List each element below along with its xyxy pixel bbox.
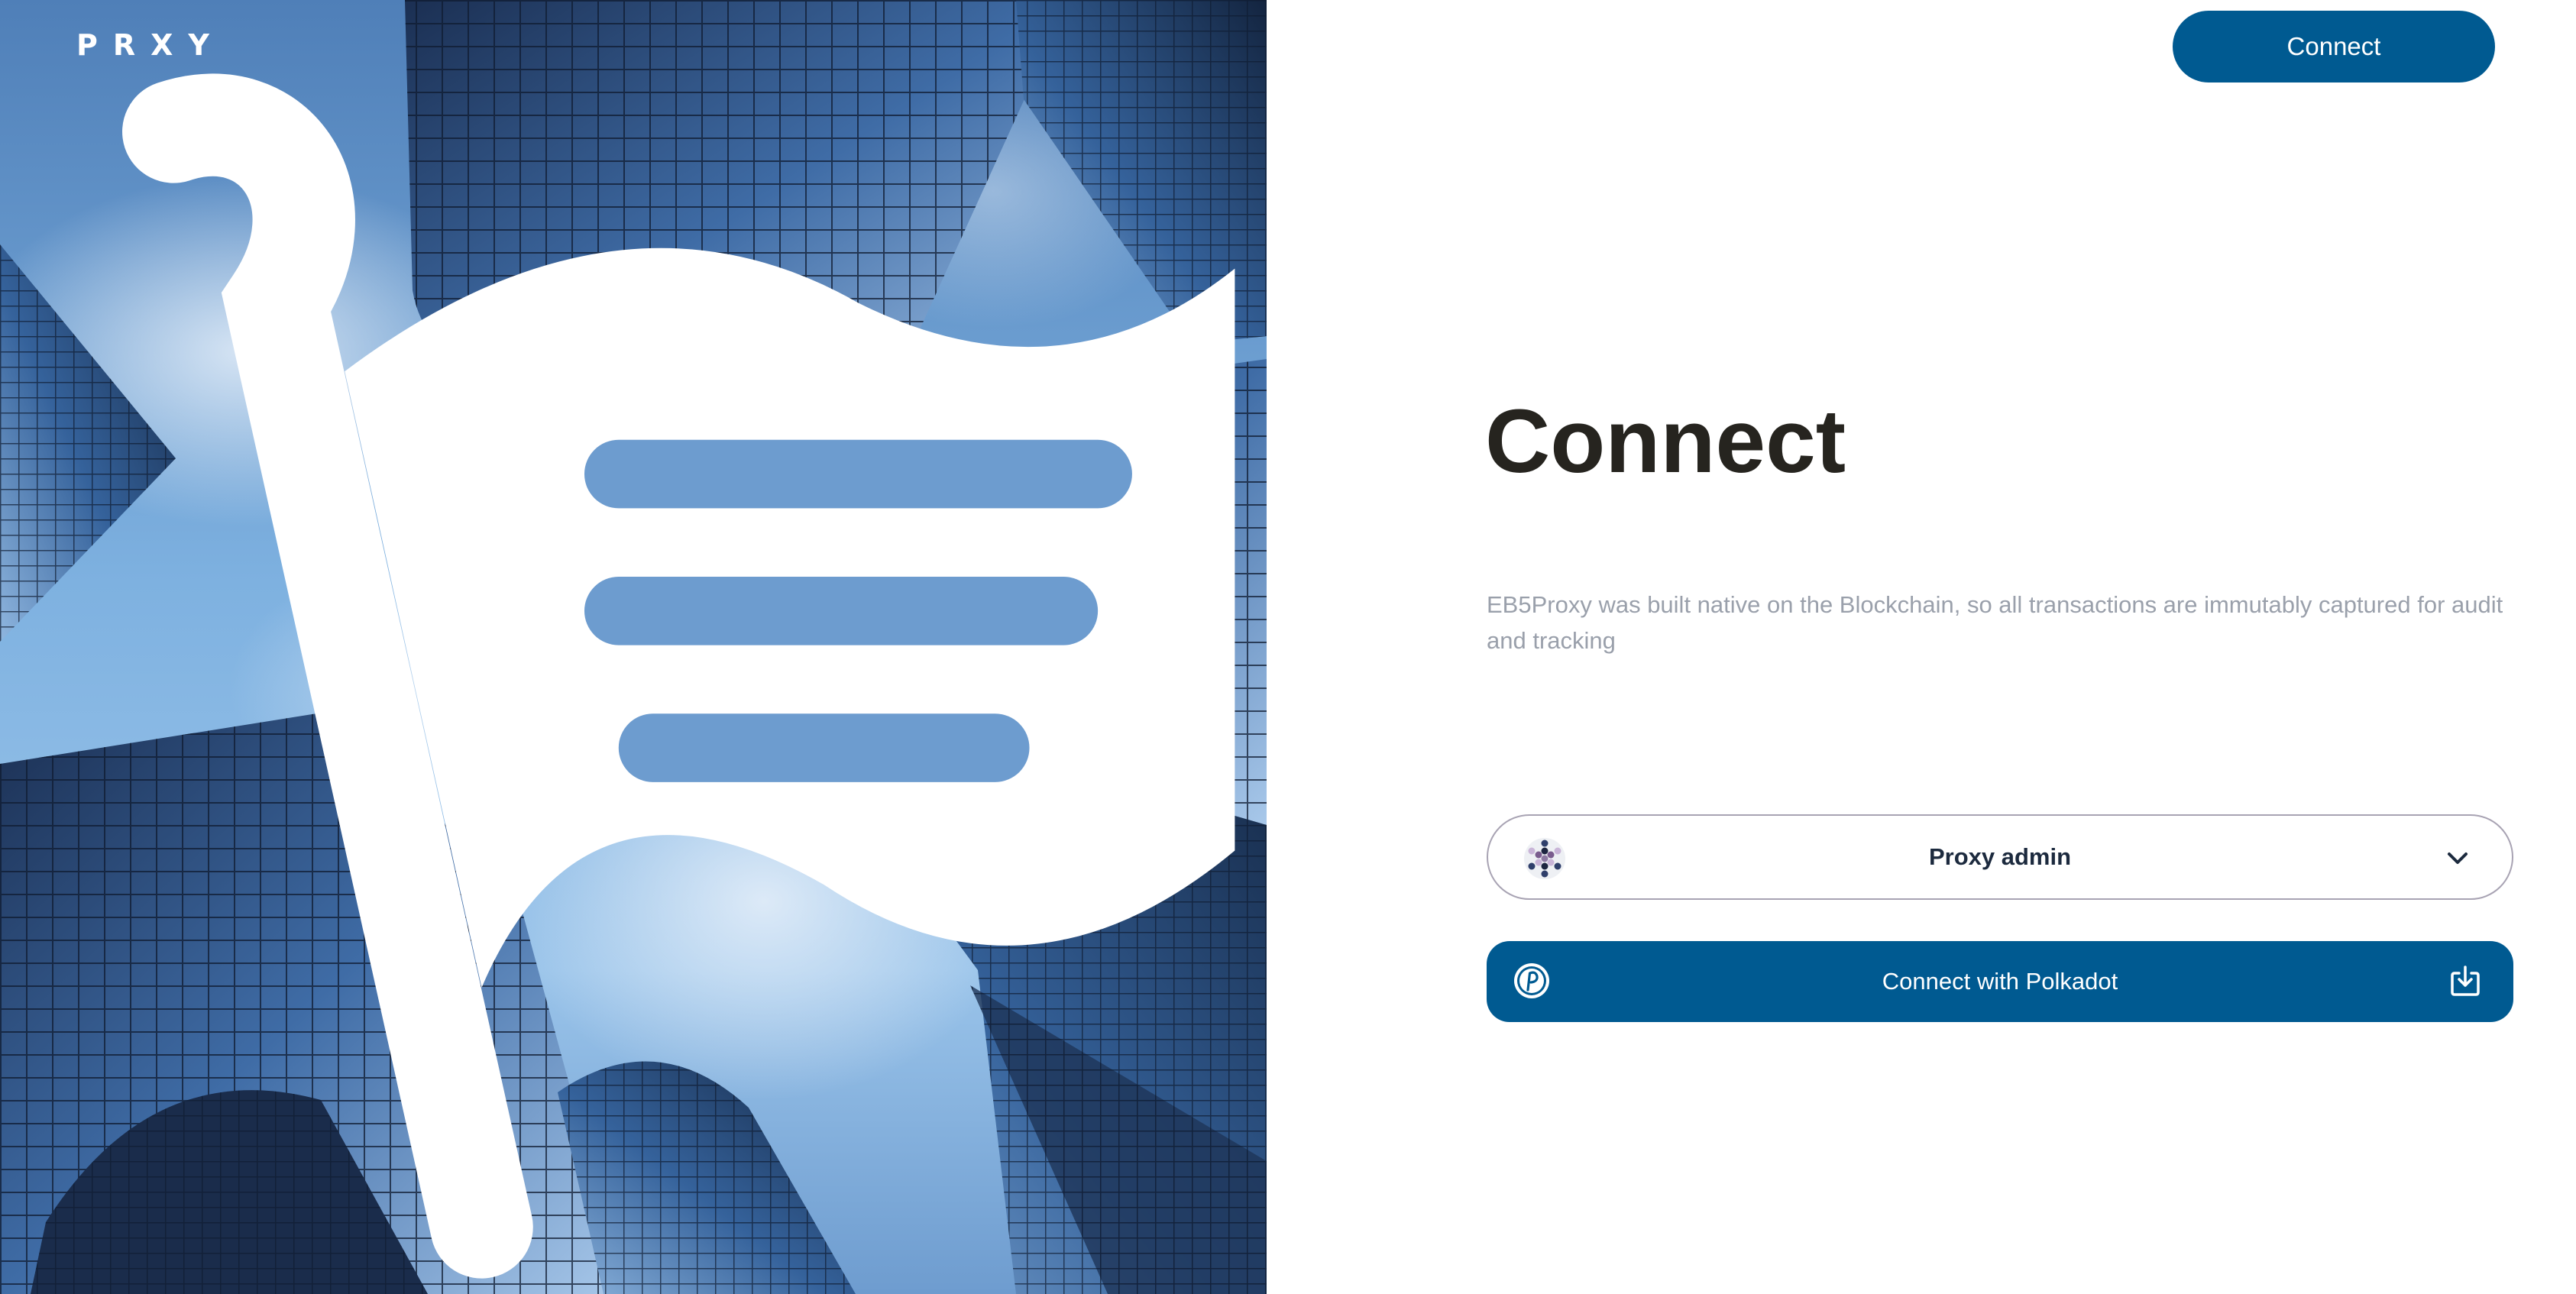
download-icon xyxy=(2451,966,2480,996)
header-connect-button[interactable]: Connect xyxy=(2173,11,2495,82)
hero-image: PRXY xyxy=(0,0,1267,1294)
account-select[interactable]: Proxy admin xyxy=(1487,814,2513,900)
identicon-icon xyxy=(1524,838,1565,879)
polkadot-icon xyxy=(1514,963,1549,998)
connect-page: PRXY Connect Connect EB5Proxy was built … xyxy=(0,0,2576,1294)
chevron-down-icon xyxy=(2448,852,2468,864)
connect-polkadot-button[interactable]: Connect with Polkadot xyxy=(1487,941,2513,1022)
account-select-value: Proxy admin xyxy=(1928,843,2072,870)
connect-polkadot-label: Connect with Polkadot xyxy=(1882,968,2118,995)
page-title: Connect xyxy=(1485,391,1846,492)
page-description: EB5Proxy was built native on the Blockch… xyxy=(1487,591,2503,654)
brand[interactable]: PRXY xyxy=(37,15,1235,1279)
flag-logo-icon xyxy=(122,73,1235,1279)
